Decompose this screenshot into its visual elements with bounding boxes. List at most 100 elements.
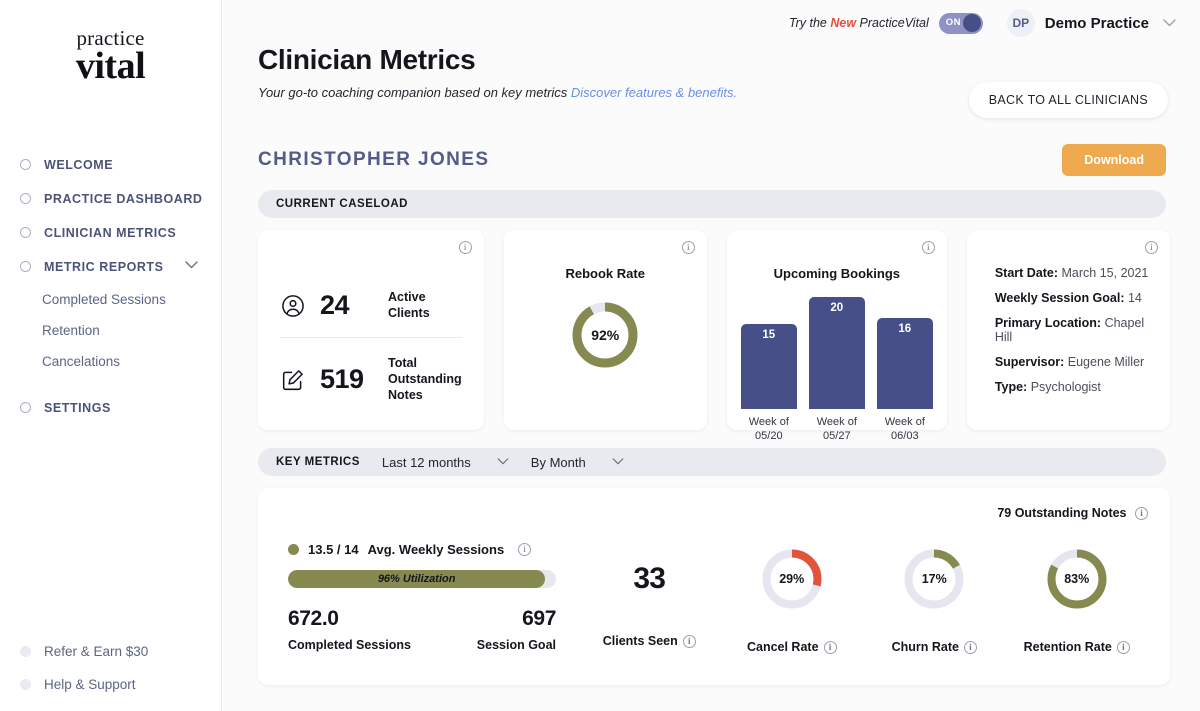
circle-icon <box>20 261 31 273</box>
section-label: CURRENT CASELOAD <box>276 198 408 210</box>
session-goal-label: Session Goal <box>476 638 556 652</box>
download-button[interactable]: Download <box>1062 144 1166 176</box>
retention-rate-kpi: 83% Retention Rate i <box>1007 542 1147 655</box>
toggle-state-label: ON <box>945 16 961 28</box>
discover-features-link[interactable]: Discover features & benefits. <box>571 85 737 100</box>
sidebar-item-label: PRACTICE DASHBOARD <box>44 191 203 206</box>
churn-rate-chart: 17% <box>903 548 965 610</box>
sidebar-item-refer-earn[interactable]: Refer & Earn $30 <box>0 635 221 668</box>
sidebar-item-welcome[interactable]: WELCOME <box>0 148 221 182</box>
avatar[interactable]: DP <box>1006 9 1035 37</box>
cancel-rate-kpi: 29% Cancel Rate i <box>722 542 862 655</box>
session-goal-block: 697 Session Goal <box>476 607 557 652</box>
logo: practice vital <box>0 0 221 86</box>
clients-seen-kpi: 33 Clients Seen i <box>579 542 719 649</box>
caseload-cards: i 24 Active Clients 519 Total Outstandin… <box>258 230 1171 442</box>
churn-rate-kpi: 17% Churn Rate i <box>864 542 1004 655</box>
info-icon[interactable]: i <box>1135 507 1148 521</box>
date-range-value: Last 12 months <box>381 454 471 470</box>
sidebar-subitem-retention[interactable]: Retention <box>0 315 221 346</box>
topbar: Try the New PracticeVital ON DP Demo Pra… <box>222 0 1200 38</box>
back-to-all-clinicians-button[interactable]: BACK TO ALL CLINICIANS <box>968 82 1168 118</box>
active-clients-stat: 24 Active Clients <box>272 290 470 321</box>
note-edit-icon <box>280 367 306 393</box>
utilization-label: 96% Utilization <box>377 573 456 585</box>
completed-sessions-value: 672.0 <box>288 607 339 630</box>
sidebar-item-label: Refer & Earn $30 <box>44 644 149 659</box>
bar-axis-labels: Week of 05/20 Week of 05/27 Week of 06/0… <box>741 415 933 444</box>
sidebar: practice vital WELCOME PRACTICE DASHBOAR… <box>0 0 222 711</box>
sidebar-subitem-completed-sessions[interactable]: Completed Sessions <box>0 284 221 315</box>
sidebar-item-practice-dashboard[interactable]: PRACTICE DASHBOARD <box>0 182 221 216</box>
circle-icon <box>20 679 31 690</box>
key-metrics-filter-bar: KEY METRICS Last 12 months By Month <box>258 448 1166 476</box>
chevron-down-icon[interactable] <box>1163 16 1176 30</box>
info-icon[interactable]: i <box>518 543 532 556</box>
new-ui-toggle[interactable]: ON <box>938 12 983 34</box>
rebook-rate-card: i Rebook Rate 92% <box>503 230 707 430</box>
detail-row: Weekly Session Goal: 14 <box>995 291 1156 305</box>
circle-icon <box>20 227 31 239</box>
info-icon[interactable]: i <box>963 641 977 655</box>
active-clients-label: Active Clients <box>388 290 430 320</box>
detail-label: Primary Location: <box>994 316 1102 330</box>
cancel-rate-chart: 29% <box>761 548 823 610</box>
detail-row: Start Date: March 15, 2021 <box>995 266 1156 280</box>
clients-seen-value: 33 <box>633 562 666 595</box>
completed-sessions-label: Completed Sessions <box>288 638 411 652</box>
bar-value: 16 <box>898 323 912 336</box>
page-header: Clinician Metrics Your go-to coaching co… <box>222 38 1200 118</box>
rebook-rate-value: 92% <box>591 327 620 343</box>
sidebar-item-settings[interactable]: SETTINGS <box>0 391 221 425</box>
sidebar-item-label: CLINICIAN METRICS <box>44 225 177 240</box>
bar-label: Week of 05/27 <box>816 416 857 443</box>
bar-column: 20 <box>808 297 865 409</box>
new-badge-text: New <box>830 16 857 30</box>
circle-icon <box>20 159 31 171</box>
key-metrics-body: 13.5 / 14 Avg. Weekly Sessions i 96% Uti… <box>280 542 1148 655</box>
utilization-progress-fill: 96% Utilization <box>288 570 546 588</box>
circle-icon <box>20 646 31 657</box>
churn-rate-value: 17% <box>921 572 947 586</box>
active-clients-card: i 24 Active Clients 519 Total Outstandin… <box>258 230 484 430</box>
rebook-rate-title: Rebook Rate <box>565 266 645 281</box>
circle-icon <box>20 402 31 414</box>
outstanding-notes-text: 79 Outstanding Notes <box>997 506 1127 520</box>
info-icon[interactable]: i <box>681 241 695 254</box>
info-icon[interactable]: i <box>682 635 696 649</box>
sidebar-item-metric-reports[interactable]: METRIC REPORTS <box>0 250 221 284</box>
avg-weekly-sessions-label: Avg. Weekly Sessions <box>367 542 505 557</box>
bar-value: 15 <box>762 328 776 341</box>
grouping-select[interactable]: By Month <box>531 455 624 470</box>
sidebar-subitem-cancelations[interactable]: Cancelations <box>0 346 221 377</box>
bar-value: 20 <box>830 302 844 314</box>
info-icon[interactable]: i <box>458 241 472 254</box>
detail-label: Start Date: <box>994 266 1059 280</box>
sidebar-item-clinician-metrics[interactable]: CLINICIAN METRICS <box>0 216 221 250</box>
utilization-block: 13.5 / 14 Avg. Weekly Sessions i 96% Uti… <box>288 542 556 652</box>
info-icon[interactable]: i <box>1145 241 1159 254</box>
outstanding-notes-stat: 519 Total Outstanding Notes <box>272 356 470 403</box>
info-icon[interactable]: i <box>921 241 935 254</box>
avg-weekly-sessions-value: 13.5 / 14 <box>308 542 359 557</box>
detail-value: Eugene Miller <box>1067 355 1145 369</box>
chevron-down-icon <box>612 457 624 468</box>
utilization-progress-bar: 96% Utilization <box>288 570 556 588</box>
sidebar-item-label: SETTINGS <box>44 400 111 415</box>
sidebar-item-label: WELCOME <box>44 157 114 172</box>
outstanding-notes-value: 519 <box>320 364 364 395</box>
sidebar-item-help-support[interactable]: Help & Support <box>0 668 221 701</box>
detail-row: Supervisor: Eugene Miller <box>995 355 1156 369</box>
cancel-rate-label: Cancel Rate i <box>747 640 837 655</box>
clinician-details-card: i Start Date: March 15, 2021 Weekly Sess… <box>966 230 1171 430</box>
clinician-header-row: CHRISTOPHER JONES Download <box>258 144 1166 176</box>
retention-rate-chart: 83% <box>1046 548 1108 610</box>
detail-value: 14 <box>1127 291 1142 305</box>
date-range-select[interactable]: Last 12 months <box>382 455 509 470</box>
info-icon[interactable]: i <box>1116 641 1130 655</box>
section-label: KEY METRICS <box>276 456 360 468</box>
info-icon[interactable]: i <box>823 641 837 655</box>
sidebar-bottom-nav: Refer & Earn $30 Help & Support <box>0 635 221 701</box>
bar: 15 <box>740 323 797 409</box>
completed-sessions-block: 672.0 Completed Sessions <box>288 607 411 652</box>
